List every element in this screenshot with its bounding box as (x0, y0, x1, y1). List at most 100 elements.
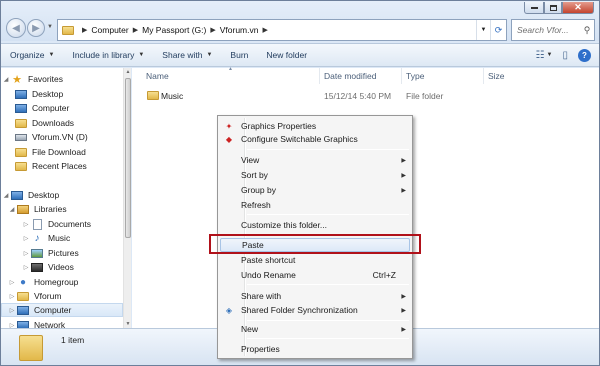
expand-arrow-icon[interactable]: ▷ (7, 279, 17, 286)
nav-item-computer-favorite[interactable]: Computer (1, 101, 123, 115)
nav-item-recent-places[interactable]: Recent Places (1, 159, 123, 173)
menu-item-properties[interactable]: Properties (220, 342, 410, 356)
organize-button[interactable]: Organize ▼ (1, 44, 63, 66)
breadcrumb-separator-icon[interactable]: ▶ (210, 26, 215, 34)
nav-item-desktop-favorite[interactable]: Desktop (1, 87, 123, 101)
menu-item-shared-folder-sync[interactable]: ◈ Shared Folder Synchronization ▶ (220, 303, 410, 317)
network-icon (17, 321, 29, 328)
nav-item-homegroup[interactable]: ▷ ● Homegroup (1, 275, 123, 289)
menu-item-customize-folder[interactable]: Customize this folder... (220, 218, 410, 232)
expand-arrow-icon[interactable]: ▷ (21, 264, 31, 271)
menu-item-view[interactable]: View ▶ (220, 153, 410, 167)
nav-label: Vforum.VN (D) (32, 132, 88, 142)
close-icon: ✕ (574, 2, 582, 12)
menu-item-paste-shortcut[interactable]: Paste shortcut (220, 253, 410, 267)
menu-separator (247, 338, 409, 339)
switchable-graphics-icon: ◆ (225, 134, 233, 144)
breadcrumb-computer[interactable]: Computer (91, 25, 128, 35)
burn-button[interactable]: Burn (221, 44, 257, 66)
recent-pages-dropdown[interactable]: ▼ (47, 24, 53, 30)
submenu-arrow-icon: ▶ (401, 293, 406, 300)
back-arrow-icon: ◀ (12, 22, 20, 34)
search-input[interactable]: Search Vfor... ⚲ (511, 19, 595, 41)
nav-item-network[interactable]: ▷ Network (1, 318, 123, 328)
nav-item-computer[interactable]: ▷ Computer (1, 303, 123, 317)
scroll-down-icon[interactable]: ▼ (124, 320, 132, 328)
nav-item-file-download[interactable]: File Download (1, 145, 123, 159)
scroll-thumb[interactable] (125, 78, 131, 238)
menu-item-configure-switchable-graphics[interactable]: ◆ Configure Switchable Graphics (220, 132, 410, 146)
nav-item-favorites[interactable]: ◢ ★ Favorites (1, 72, 123, 86)
address-dropdown-icon[interactable]: ▼ (476, 20, 490, 40)
collapse-arrow-icon[interactable]: ◢ (7, 206, 17, 213)
close-button[interactable]: ✕ (562, 2, 594, 14)
computer-icon (15, 103, 27, 113)
nav-item-music[interactable]: ▷ ♪ Music (1, 231, 123, 245)
minimize-button[interactable] (524, 2, 544, 14)
preview-pane-button[interactable]: ▯ (562, 50, 568, 61)
back-button[interactable]: ◀ (6, 18, 26, 38)
breadcrumb-separator-icon[interactable]: ▶ (262, 26, 267, 34)
menu-item-undo-rename[interactable]: Undo Rename Ctrl+Z (220, 268, 410, 282)
submenu-arrow-icon: ▶ (401, 326, 406, 333)
search-icon[interactable]: ⚲ (580, 25, 594, 36)
scroll-up-icon[interactable]: ▲ (124, 68, 132, 76)
maximize-button[interactable] (544, 2, 562, 14)
nav-item-pictures[interactable]: ▷ Pictures (1, 246, 123, 260)
nav-label: Favorites (28, 74, 63, 84)
menu-item-share-with[interactable]: Share with ▶ (220, 289, 410, 303)
chevron-down-icon: ▼ (206, 52, 213, 58)
nav-item-libraries[interactable]: ◢ Libraries (1, 202, 123, 216)
column-header-date[interactable]: Date modified (320, 68, 402, 84)
breadcrumb-drive[interactable]: My Passport (G:) (142, 25, 206, 35)
new-folder-button[interactable]: New folder (257, 44, 316, 66)
breadcrumb-separator-icon[interactable]: ▶ (82, 26, 87, 34)
menu-item-sort-by[interactable]: Sort by ▶ (220, 168, 410, 182)
nav-item-desktop[interactable]: ◢ Desktop (1, 188, 123, 202)
expand-arrow-icon[interactable]: ▷ (7, 293, 17, 300)
chevron-down-icon: ▼ (48, 52, 55, 58)
nav-item-videos[interactable]: ▷ Videos (1, 260, 123, 274)
help-icon[interactable]: ? (578, 48, 591, 62)
menu-label: Sort by (241, 170, 268, 180)
column-header-size[interactable]: Size (484, 68, 544, 84)
expand-arrow-icon[interactable]: ▷ (7, 307, 17, 314)
nav-item-vforum-d[interactable]: Vforum.VN (D) (1, 130, 123, 144)
change-view-button[interactable]: ☷ ▼ (536, 50, 553, 61)
breadcrumb-separator-icon[interactable]: ▶ (133, 26, 138, 34)
column-header-name[interactable]: Name ▲ (132, 66, 320, 84)
share-with-button[interactable]: Share with ▼ (153, 44, 221, 66)
expand-arrow-icon[interactable]: ▷ (21, 221, 31, 228)
nav-label: Recent Places (32, 161, 87, 171)
expand-arrow-icon[interactable]: ▷ (21, 250, 31, 257)
menu-item-graphics-properties[interactable]: ✦ Graphics Properties (220, 119, 410, 133)
toolbar-right: ☷ ▼ ▯ ? (536, 48, 599, 62)
nav-item-documents[interactable]: ▷ Documents (1, 217, 123, 231)
refresh-icon[interactable]: ⟳ (490, 20, 506, 40)
submenu-arrow-icon: ▶ (401, 157, 406, 164)
menu-label: Refresh (241, 200, 271, 210)
column-header-label: Size (488, 71, 505, 81)
menu-item-group-by[interactable]: Group by ▶ (220, 183, 410, 197)
menu-item-new[interactable]: New ▶ (220, 322, 410, 336)
menu-separator (247, 320, 409, 321)
collapse-arrow-icon[interactable]: ◢ (1, 192, 11, 199)
nav-item-downloads[interactable]: Downloads (1, 116, 123, 130)
menu-label: New (241, 324, 259, 334)
address-bar[interactable]: ▶ Computer ▶ My Passport (G:) ▶ Vforum.v… (57, 19, 507, 41)
computer-icon (17, 305, 29, 315)
nav-item-vforum[interactable]: ▷ Vforum (1, 289, 123, 303)
forward-button[interactable]: ▶ (27, 19, 45, 37)
collapse-arrow-icon[interactable]: ◢ (1, 76, 11, 83)
expand-arrow-icon[interactable]: ▷ (21, 235, 31, 242)
nav-label: Homegroup (34, 277, 79, 287)
column-header-type[interactable]: Type (402, 68, 484, 84)
menu-shortcut: Ctrl+Z (372, 270, 396, 280)
user-folder-icon (17, 291, 29, 301)
menu-separator (247, 149, 409, 150)
menu-label: Group by (241, 185, 276, 195)
navigation-scrollbar[interactable]: ▲ ▼ (123, 68, 131, 328)
include-in-library-button[interactable]: Include in library ▼ (63, 44, 153, 66)
breadcrumb-folder[interactable]: Vforum.vn (220, 25, 259, 35)
menu-item-refresh[interactable]: Refresh (220, 198, 410, 212)
